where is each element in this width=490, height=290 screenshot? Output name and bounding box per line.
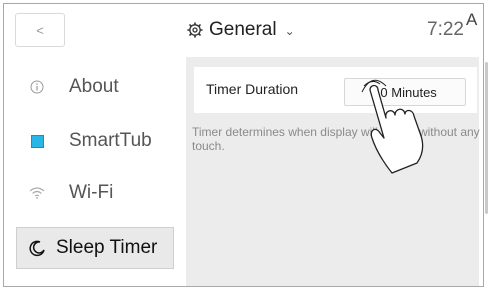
sidebar-item-label: Sleep Timer: [56, 237, 158, 258]
sidebar-item-label: About: [69, 76, 119, 97]
gear-icon: [187, 22, 203, 38]
sidebar-item-label: Wi-Fi: [69, 182, 114, 203]
page-title-dropdown[interactable]: General ⌄: [187, 17, 295, 43]
info-icon: [25, 80, 49, 94]
clock-time: 7:22: [427, 19, 464, 40]
scrollbar[interactable]: [485, 62, 488, 214]
tap-hand-icon: [361, 79, 424, 174]
sidebar-item-about[interactable]: About: [15, 66, 175, 108]
sidebar-item-label: SmartTub: [69, 130, 152, 151]
wifi-icon: [25, 187, 49, 199]
moon-icon: [26, 239, 50, 257]
back-chevron-icon: <: [36, 22, 44, 38]
back-button[interactable]: <: [15, 13, 65, 47]
status-indicator: A: [466, 10, 478, 29]
chevron-down-icon: ⌄: [284, 24, 295, 38]
device-screen: < General ⌄ 7:22 A About SmartTub Wi-Fi …: [0, 0, 490, 290]
sidebar-item-smarttub[interactable]: SmartTub: [15, 120, 175, 162]
sidebar-item-wifi[interactable]: Wi-Fi: [15, 172, 175, 214]
smarttub-square-icon: [25, 134, 49, 148]
sidebar-item-sleep-timer[interactable]: Sleep Timer: [16, 227, 174, 269]
timer-duration-label: Timer Duration: [206, 81, 299, 97]
page-title: General: [209, 19, 277, 40]
